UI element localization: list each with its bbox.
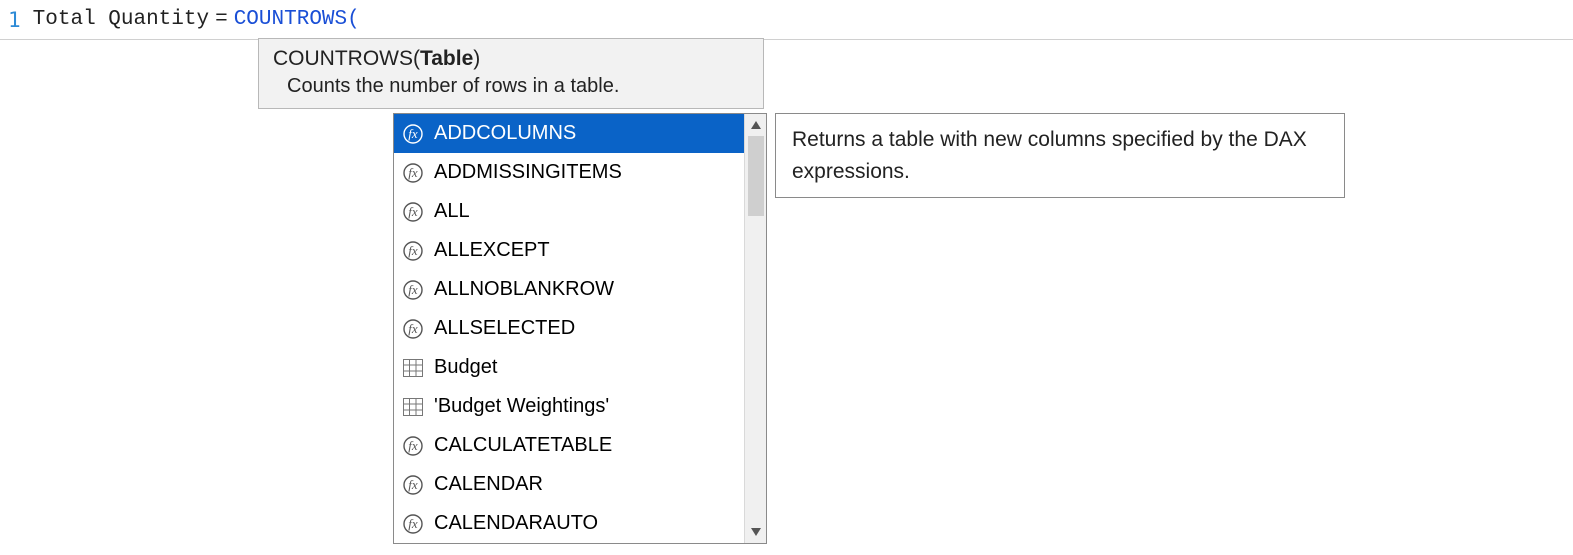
equals-sign: = bbox=[215, 8, 228, 31]
svg-text:fx: fx bbox=[408, 204, 418, 219]
intellisense-item[interactable]: fx ALLNOBLANKROW bbox=[394, 270, 744, 309]
intellisense-item-label: Budget bbox=[434, 353, 497, 382]
intellisense-item-label: 'Budget Weightings' bbox=[434, 392, 609, 421]
svg-text:fx: fx bbox=[408, 477, 418, 492]
scroll-up-arrow[interactable] bbox=[745, 114, 767, 136]
signature-description: Counts the number of rows in a table. bbox=[273, 75, 749, 98]
intellisense-item-label: ALLEXCEPT bbox=[434, 236, 550, 265]
signature-close: ) bbox=[473, 47, 480, 70]
intellisense-item[interactable]: fx ALLSELECTED bbox=[394, 309, 744, 348]
scroll-down-arrow[interactable] bbox=[745, 521, 767, 543]
description-text: Returns a table with new columns specifi… bbox=[792, 128, 1307, 183]
svg-text:fx: fx bbox=[408, 438, 418, 453]
fx-icon: fx bbox=[402, 123, 424, 145]
signature-func: COUNTROWS( bbox=[273, 47, 420, 70]
fx-icon: fx bbox=[402, 279, 424, 301]
intellisense-list[interactable]: fx ADDCOLUMNS fx ADDMISSINGITEMS fx ALL fx ALLE… bbox=[394, 114, 744, 543]
table-icon bbox=[402, 396, 424, 418]
intellisense-item[interactable]: fx CALENDARAUTO bbox=[394, 504, 744, 543]
function-name: COUNTROWS bbox=[234, 8, 347, 31]
intellisense-item-label: ALLSELECTED bbox=[434, 314, 575, 343]
svg-text:fx: fx bbox=[408, 321, 418, 336]
fx-icon: fx bbox=[402, 162, 424, 184]
signature-line: COUNTROWS(Table) bbox=[273, 47, 749, 71]
svg-text:fx: fx bbox=[408, 516, 418, 531]
intellisense-dropdown[interactable]: fx ADDCOLUMNS fx ADDMISSINGITEMS fx ALL fx ALLE… bbox=[393, 113, 767, 544]
svg-text:fx: fx bbox=[408, 126, 418, 141]
intellisense-item[interactable]: fx ADDCOLUMNS bbox=[394, 114, 744, 153]
svg-text:fx: fx bbox=[408, 243, 418, 258]
signature-tooltip: COUNTROWS(Table) Counts the number of ro… bbox=[258, 38, 764, 109]
intellisense-item-label: CALCULATETABLE bbox=[434, 431, 612, 460]
fx-icon: fx bbox=[402, 435, 424, 457]
intellisense-item[interactable]: fx ALL bbox=[394, 192, 744, 231]
description-panel: Returns a table with new columns specifi… bbox=[775, 113, 1345, 198]
scrollbar[interactable] bbox=[744, 114, 766, 543]
fx-icon: fx bbox=[402, 318, 424, 340]
fx-icon: fx bbox=[402, 474, 424, 496]
fx-icon: fx bbox=[402, 513, 424, 535]
intellisense-item[interactable]: fx ADDMISSINGITEMS bbox=[394, 153, 744, 192]
intellisense-item[interactable]: fx CALENDAR bbox=[394, 465, 744, 504]
formula-bar[interactable]: 1 Total Quantity = COUNTROWS( bbox=[0, 0, 1573, 40]
line-number: 1 bbox=[8, 8, 21, 32]
svg-text:fx: fx bbox=[408, 165, 418, 180]
intellisense-item[interactable]: 'Budget Weightings' bbox=[394, 387, 744, 426]
intellisense-item[interactable]: Budget bbox=[394, 348, 744, 387]
fx-icon: fx bbox=[402, 201, 424, 223]
intellisense-item[interactable]: fx CALCULATETABLE bbox=[394, 426, 744, 465]
intellisense-item-label: ALLNOBLANKROW bbox=[434, 275, 614, 304]
intellisense-item[interactable]: fx ALLEXCEPT bbox=[394, 231, 744, 270]
fx-icon: fx bbox=[402, 240, 424, 262]
intellisense-item-label: ADDCOLUMNS bbox=[434, 119, 576, 148]
signature-bold-arg: Table bbox=[420, 47, 473, 70]
table-icon bbox=[402, 357, 424, 379]
intellisense-item-label: CALENDARAUTO bbox=[434, 509, 598, 538]
intellisense-item-label: ADDMISSINGITEMS bbox=[434, 158, 622, 187]
scroll-thumb[interactable] bbox=[748, 136, 764, 216]
open-paren: ( bbox=[347, 8, 360, 31]
intellisense-item-label: ALL bbox=[434, 197, 470, 226]
svg-text:fx: fx bbox=[408, 282, 418, 297]
measure-name: Total Quantity bbox=[33, 8, 209, 31]
intellisense-item-label: CALENDAR bbox=[434, 470, 543, 499]
